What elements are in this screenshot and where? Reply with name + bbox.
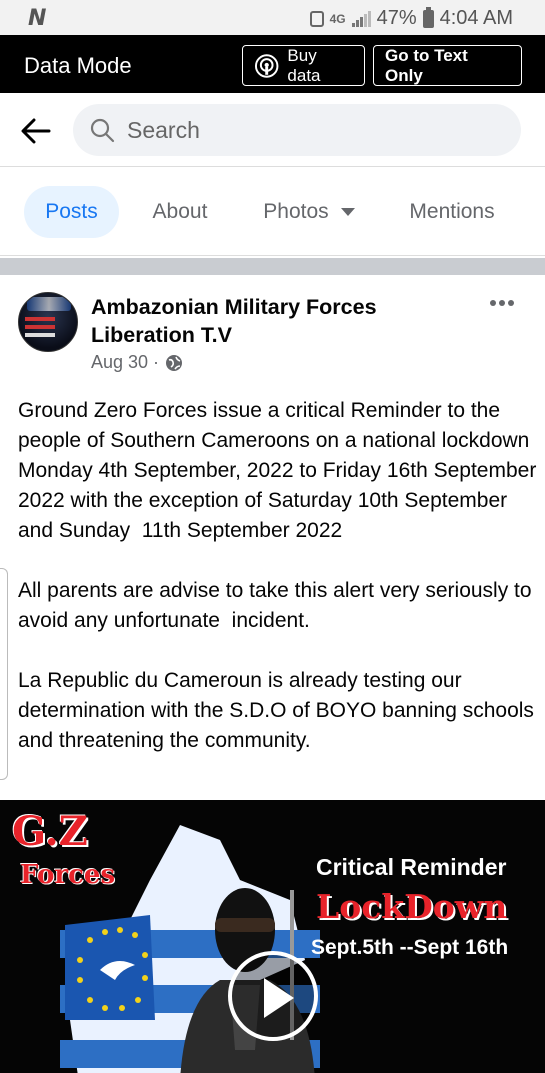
tab-photos-label: Photos [263,200,329,223]
page-tabs: Posts About Photos Mentions [0,168,545,256]
signal-icon [351,10,371,27]
video-caption-1: Critical Reminder [316,854,507,880]
buy-data-label: Buy data [287,45,321,85]
carrier-icon: N [28,6,47,31]
post-body: Ground Zero Forces issue a critical Remi… [18,396,538,786]
post-paragraph: La Republic du Cameroun is already testi… [18,669,540,752]
search-row: Search [0,93,545,167]
post-paragraph: All parents are advise to take this aler… [18,579,538,632]
tab-about[interactable]: About [140,186,220,238]
tab-mentions[interactable]: Mentions [396,186,508,238]
play-icon[interactable] [228,951,318,1041]
clock: 4:04 AM [439,7,513,29]
network-label: 4G [329,11,346,26]
buy-data-button[interactable]: Buy data [242,45,365,86]
gz-logo-subtitle: Forces [20,860,116,890]
battery-icon [422,6,434,28]
gz-logo-title: G.Z [12,808,88,855]
battery-percent: 47% [376,7,417,29]
chevron-down-icon [340,208,355,216]
tab-posts[interactable]: Posts [24,186,119,238]
avatar[interactable] [18,292,78,352]
section-divider [0,258,545,275]
tab-photos[interactable]: Photos [248,186,370,238]
post-paragraph: Ground Zero Forces issue a critical Remi… [18,399,543,542]
search-placeholder: Search [127,116,200,143]
text-only-button[interactable]: Go to Text Only [373,45,522,86]
more-options-icon[interactable] [490,296,518,310]
post-date[interactable]: Aug 30 · [91,352,159,373]
post-meta: Aug 30 · [91,352,183,373]
post-author[interactable]: Ambazonian Military Forces Liberation T.… [91,293,431,349]
status-bar: N 4G 47% 4:04 AM [0,0,545,35]
alarm-icon [309,10,324,27]
back-arrow-icon[interactable] [18,113,54,149]
video-caption-3: Sept.5th --Sept 16th [311,936,509,959]
video-player[interactable]: G.Z Forces Critical Reminder LockDown Se… [0,800,545,1073]
data-mode-title: Data Mode [24,53,132,78]
video-caption-2: LockDown [316,887,508,926]
search-icon [90,118,115,143]
podcast-icon [254,53,279,78]
status-icons: 4G 47% 4:04 AM [309,6,513,30]
side-scroll-handle[interactable] [0,568,8,780]
globe-icon [166,354,183,371]
search-input[interactable]: Search [73,104,521,156]
data-mode-bar: Data Mode Buy data Go to Text Only [0,35,545,93]
